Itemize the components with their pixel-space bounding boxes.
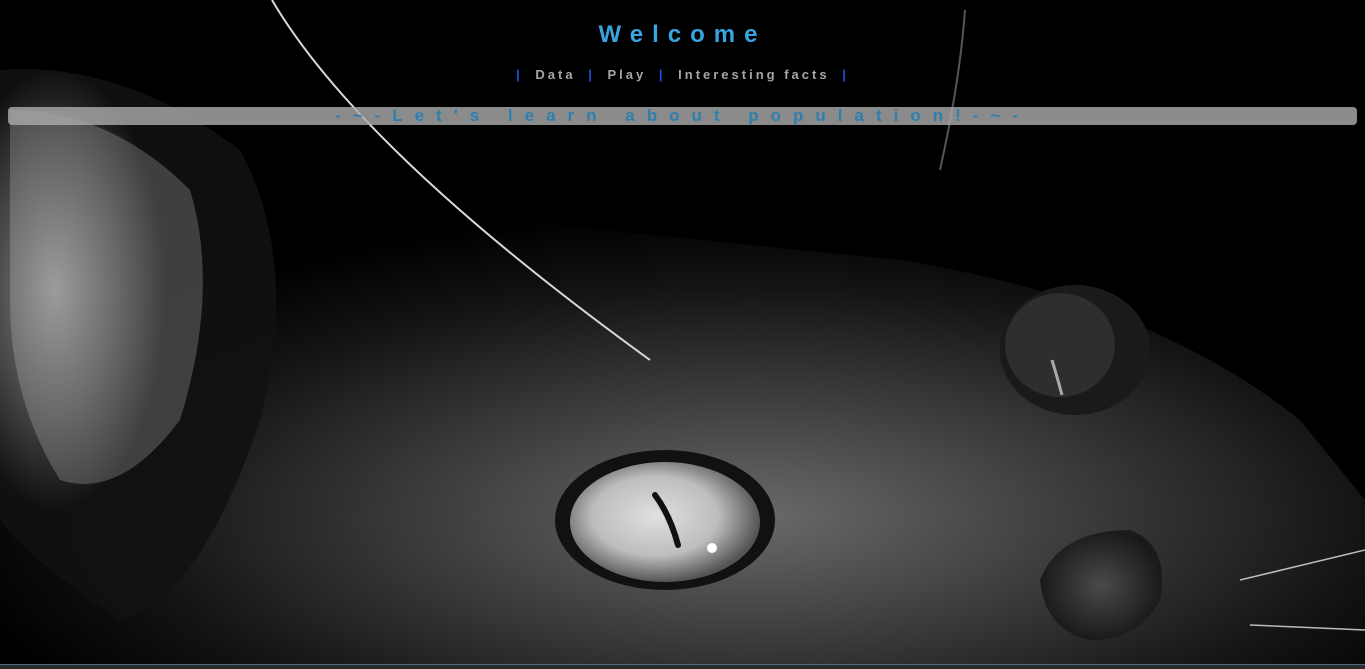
nav-separator: | — [588, 67, 595, 82]
nav-separator: | — [516, 67, 523, 82]
header: Welcome | Data | Play | Interesting fact… — [0, 0, 1365, 84]
page: Welcome | Data | Play | Interesting fact… — [0, 0, 1365, 669]
nav-separator: | — [658, 67, 666, 82]
banner: -~-Let's learn about population!-~- — [8, 107, 1357, 125]
main-nav: | Data | Play | Interesting facts | — [0, 66, 1365, 84]
cat-background-image — [0, 0, 1365, 669]
nav-link-interesting-facts[interactable]: Interesting facts — [678, 67, 829, 82]
page-title: Welcome — [598, 21, 767, 48]
nav-link-play[interactable]: Play — [608, 67, 647, 82]
banner-text: -~-Let's learn about population!-~- — [334, 106, 1031, 125]
nav-separator: | — [842, 67, 849, 82]
nav-link-data[interactable]: Data — [535, 67, 575, 82]
bottom-bar — [0, 664, 1365, 669]
